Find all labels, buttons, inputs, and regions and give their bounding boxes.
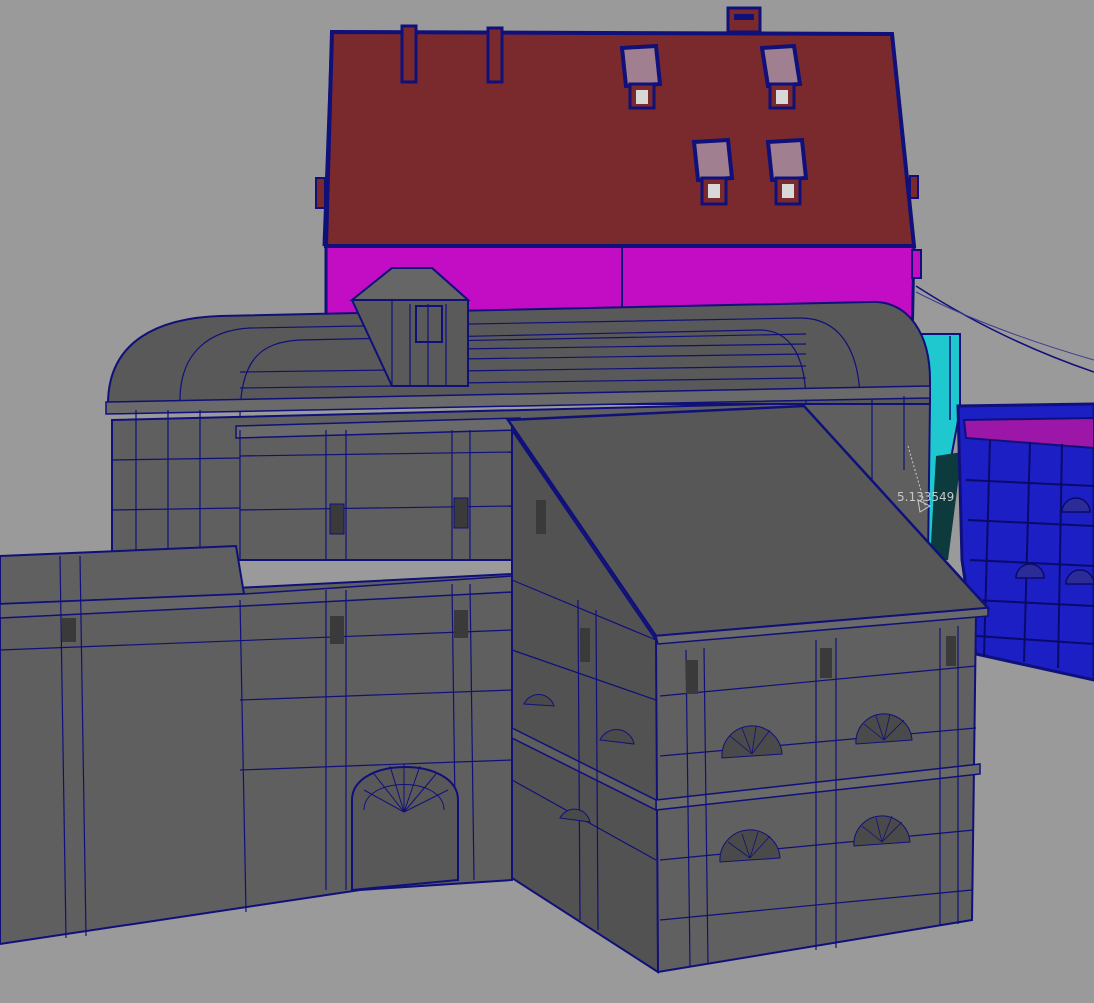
wall-side-tab-right <box>911 249 922 279</box>
chimney-top-cap <box>734 14 754 20</box>
roof-side-tab-right <box>909 175 919 199</box>
chimney-2 <box>486 26 504 84</box>
blue-grid-object[interactable] <box>956 402 1094 682</box>
roof-side-tab-left <box>315 177 326 209</box>
chimney-1 <box>400 24 418 84</box>
3d-viewport[interactable]: 5.133549 <box>0 0 1094 1003</box>
gray-long-wall[interactable] <box>0 544 513 946</box>
arched-doorway <box>351 766 459 892</box>
distance-readout: 5.133549 <box>897 490 954 504</box>
